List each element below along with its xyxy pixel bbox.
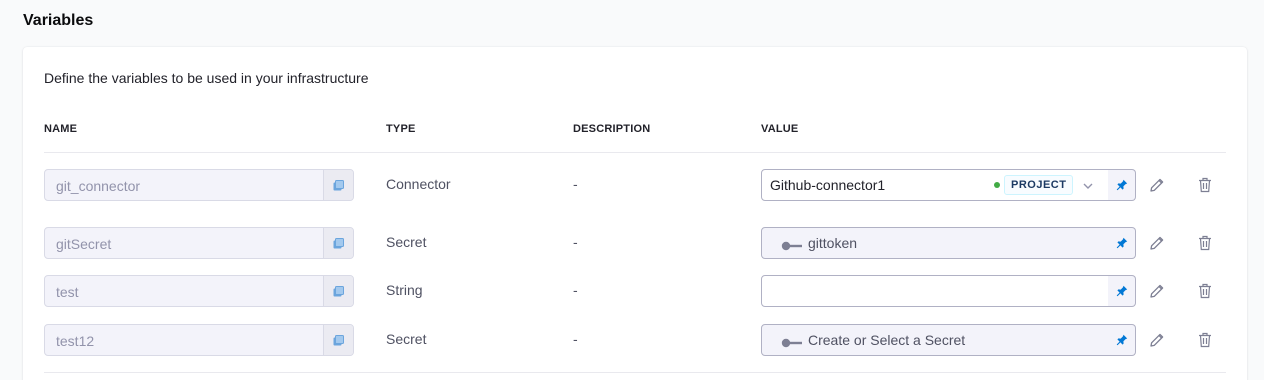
variable-name-field[interactable]: git_connector [44,169,354,201]
variable-row: test String - [23,275,1247,307]
footer-divider [44,372,1226,373]
column-header-description: DESCRIPTION [573,123,651,135]
variable-name-text: git_connector [56,178,141,194]
secret-select-field[interactable]: gittoken [761,227,1109,259]
variable-row: gitSecret Secret - gittoken [23,227,1247,259]
variable-name-field[interactable]: test [44,275,354,307]
secret-select-field[interactable]: Create or Select a Secret [761,324,1109,356]
chevron-down-icon[interactable] [1082,179,1094,197]
variable-description: - [573,331,578,347]
secret-value: Create or Select a Secret [808,332,966,348]
key-icon [781,335,803,353]
variables-description: Define the variables to be used in your … [44,70,369,86]
variable-row: test12 Secret - Create or Select a Secre… [23,324,1247,356]
pencil-icon[interactable] [1149,332,1165,353]
variable-type: String [386,282,423,298]
trash-icon[interactable] [1198,332,1212,353]
pencil-icon[interactable] [1149,283,1165,304]
variable-description: - [573,176,578,192]
string-value-input[interactable] [761,275,1109,307]
variable-name-text: test [56,284,79,300]
pin-icon[interactable] [1108,275,1136,307]
secret-value: gittoken [808,235,858,251]
section-title: Variables [23,12,94,29]
variable-type: Connector [386,176,451,192]
variable-type: Secret [386,331,427,347]
header-divider [44,152,1226,153]
pencil-icon[interactable] [1149,235,1165,256]
variable-description: - [573,282,578,298]
copy-icon[interactable] [323,325,353,355]
variable-name-field[interactable]: test12 [44,324,354,356]
variable-name-field[interactable]: gitSecret [44,227,354,259]
variable-row: git_connector Connector - Github-connect… [23,169,1247,201]
connector-value: Github-connector1 [770,177,886,193]
status-dot [994,182,1000,188]
pin-icon[interactable] [1108,227,1136,259]
key-icon [781,238,803,256]
copy-icon[interactable] [323,228,353,258]
scope-badge: PROJECT [1004,175,1074,195]
copy-icon[interactable] [323,276,353,306]
variable-name-text: gitSecret [56,236,112,252]
variable-type: Secret [386,234,427,250]
column-header-value: VALUE [761,123,799,135]
trash-icon[interactable] [1198,177,1212,198]
copy-icon[interactable] [323,170,353,200]
variables-card: Define the variables to be used in your … [23,47,1247,380]
trash-icon[interactable] [1198,235,1212,256]
pin-icon[interactable] [1108,324,1136,356]
pencil-icon[interactable] [1149,177,1165,198]
column-header-name: NAME [44,123,78,135]
connector-select[interactable]: Github-connector1 PROJECT [761,169,1109,201]
variable-description: - [573,234,578,250]
trash-icon[interactable] [1198,283,1212,304]
variable-name-text: test12 [56,333,95,349]
column-header-type: TYPE [386,123,416,135]
pin-icon[interactable] [1108,169,1136,201]
